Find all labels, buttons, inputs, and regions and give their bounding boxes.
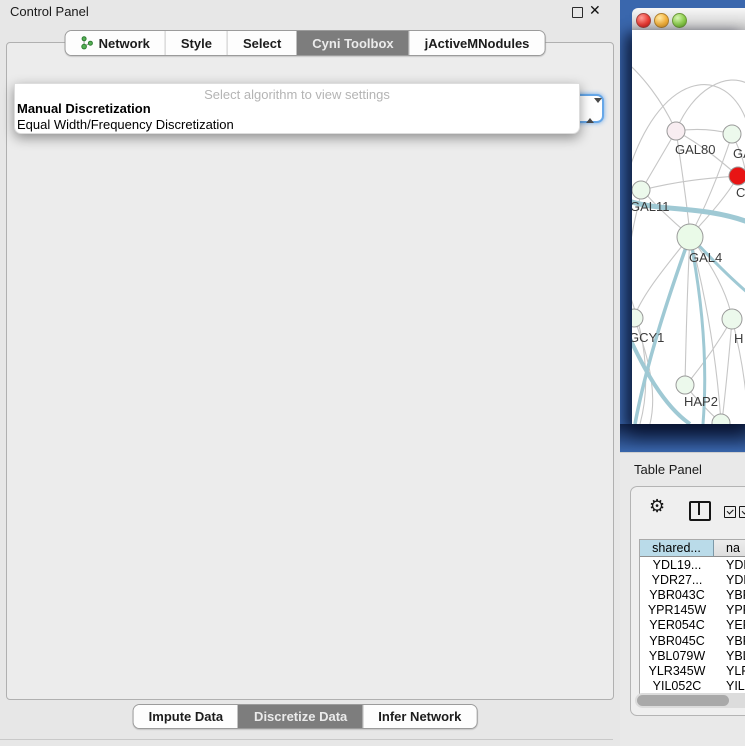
table-body: YDL19...YDL1YDR27...YDR2YBR043CYBR0YPR14… <box>640 557 745 694</box>
table-cell[interactable]: YBR0 <box>714 634 745 648</box>
table-header-row: shared...na <box>640 540 745 557</box>
table-cell[interactable]: YER0 <box>714 618 745 632</box>
network-node-gal4[interactable] <box>677 224 703 250</box>
network-node-gcy1[interactable] <box>632 309 643 327</box>
minimize-traffic-light-icon[interactable] <box>654 13 669 28</box>
table-row[interactable]: YLR345WYLR3 <box>640 663 745 678</box>
zoom-traffic-light-icon[interactable] <box>672 13 687 28</box>
tab-label: Style <box>181 36 212 51</box>
table-cell[interactable]: YLR345W <box>640 664 714 678</box>
tab-label: Cyni Toolbox <box>312 36 393 51</box>
close-traffic-light-icon[interactable] <box>636 13 651 28</box>
scrollbar-thumb[interactable] <box>637 695 729 706</box>
table-panel-box: ⚙ shared...na YDL19...YDL1YDR27...YDR2YB… <box>630 486 745 716</box>
table-cell[interactable]: YDR27... <box>640 573 714 587</box>
split-columns-icon[interactable] <box>689 501 711 521</box>
table-cell[interactable]: YIL052C <box>640 679 714 693</box>
table-cell[interactable]: YBL079W <box>640 649 714 663</box>
network-node-h[interactable] <box>722 309 742 329</box>
popup-option-manual-discretization[interactable]: Manual Discretization <box>15 101 579 117</box>
table-row[interactable]: YBL079WYBL0 <box>640 648 745 663</box>
tab-label: Network <box>99 36 150 51</box>
panel-bottom-divider <box>0 739 613 740</box>
table-row[interactable]: YPR145WYPR1 <box>640 603 745 618</box>
network-node-gal11[interactable] <box>632 181 650 199</box>
top-tab-strip: Network Style Select Cyni Toolbox jActiveMNo… <box>65 30 546 56</box>
table-cell[interactable]: YBL0 <box>714 649 745 663</box>
column-header-na[interactable]: na <box>714 540 745 557</box>
network-icon <box>81 36 94 50</box>
node-label: C <box>736 185 745 200</box>
tab-label: Select <box>243 36 281 51</box>
tab-label: jActiveMNodules <box>425 36 530 51</box>
table-row[interactable]: YBR045CYBR0 <box>640 633 745 648</box>
node-attribute-table[interactable]: shared...na YDL19...YDL1YDR27...YDR2YBR0… <box>639 539 745 694</box>
control-panel-titlebar: Control Panel ✕ <box>0 0 618 24</box>
table-cell[interactable]: YIL0 <box>714 679 745 693</box>
network-window-titlebar[interactable] <box>632 8 745 31</box>
close-icon[interactable]: ✕ <box>589 2 601 19</box>
table-cell[interactable]: YBR043C <box>640 588 714 602</box>
table-cell[interactable]: YLR3 <box>714 664 745 678</box>
network-canvas[interactable]: GAL80 GA C GAL11 GAL4 GCY1 H HAP2 <box>632 30 745 424</box>
table-row[interactable]: YDL19...YDL1 <box>640 557 745 572</box>
node-label: GAL4 <box>689 250 722 265</box>
node-label: GCY1 <box>632 330 664 345</box>
bottom-tab-strip: Impute Data Discretize Data Infer Network <box>133 704 478 729</box>
node-label: GA <box>733 146 745 161</box>
table-row[interactable]: YIL052CYIL0 <box>640 679 745 694</box>
network-desktop: GAL80 GA C GAL11 GAL4 GCY1 H HAP2 <box>620 0 745 452</box>
algorithm-dropdown-popup: Select algorithm to view settings Manual… <box>14 83 580 134</box>
combo-arrows-icon <box>586 103 594 115</box>
column-header-shared-[interactable]: shared... <box>640 540 714 557</box>
checkbox-icon[interactable] <box>739 506 745 518</box>
tab-select[interactable]: Select <box>227 31 296 55</box>
tab-label: Infer Network <box>378 709 461 724</box>
cyni-toolbox-panel <box>6 42 614 700</box>
network-node-ga[interactable] <box>723 125 741 143</box>
node-label: GAL80 <box>675 142 715 157</box>
float-window-icon[interactable] <box>572 7 583 18</box>
popup-option-equal-width-frequency-discretization[interactable]: Equal Width/Frequency Discretization <box>15 117 579 133</box>
table-cell[interactable]: YDL1 <box>714 558 745 572</box>
table-cell[interactable]: YER054C <box>640 618 714 632</box>
checkbox-icon[interactable] <box>724 506 736 518</box>
panel-title: Control Panel <box>10 4 89 19</box>
node-label: HAP2 <box>684 394 718 409</box>
popup-hint: Select algorithm to view settings <box>15 84 579 101</box>
tab-impute-data[interactable]: Impute Data <box>134 705 238 728</box>
tab-infer-network[interactable]: Infer Network <box>362 705 476 728</box>
table-cell[interactable]: YPR145W <box>640 603 714 617</box>
tab-cyni-toolbox[interactable]: Cyni Toolbox <box>296 31 408 55</box>
table-cell[interactable]: YPR1 <box>714 603 745 617</box>
tab-discretize-data[interactable]: Discretize Data <box>238 705 362 728</box>
network-node[interactable] <box>712 414 730 424</box>
table-panel-title: Table Panel <box>634 462 702 477</box>
table-row[interactable]: YBR043CYBR0 <box>640 587 745 602</box>
table-cell[interactable]: YBR045C <box>640 634 714 648</box>
popup-options: Manual DiscretizationEqual Width/Frequen… <box>15 101 579 132</box>
node-label: H <box>734 331 743 346</box>
network-node-hap2[interactable] <box>676 376 694 394</box>
gear-icon[interactable]: ⚙ <box>649 497 665 515</box>
tab-style[interactable]: Style <box>165 31 227 55</box>
control-panel: Control Panel ✕ Network Style Select Cyni T… <box>0 0 618 745</box>
tab-label: Discretize Data <box>254 709 347 724</box>
table-cell[interactable]: YDR2 <box>714 573 745 587</box>
network-node-gal80[interactable] <box>667 122 685 140</box>
horizontal-scrollbar[interactable] <box>635 693 745 708</box>
table-row[interactable]: YDR27...YDR2 <box>640 572 745 587</box>
tab-jactivemnodules[interactable]: jActiveMNodules <box>409 31 545 55</box>
tab-network[interactable]: Network <box>66 31 165 55</box>
table-cell[interactable]: YBR0 <box>714 588 745 602</box>
network-node-c[interactable] <box>729 167 745 185</box>
node-label: GAL11 <box>632 199 670 214</box>
table-panel-region: Table Panel ⚙ shared...na YDL19...YDL1YD… <box>620 452 745 746</box>
table-cell[interactable]: YDL19... <box>640 558 714 572</box>
tab-label: Impute Data <box>149 709 223 724</box>
table-row[interactable]: YER054CYER0 <box>640 618 745 633</box>
